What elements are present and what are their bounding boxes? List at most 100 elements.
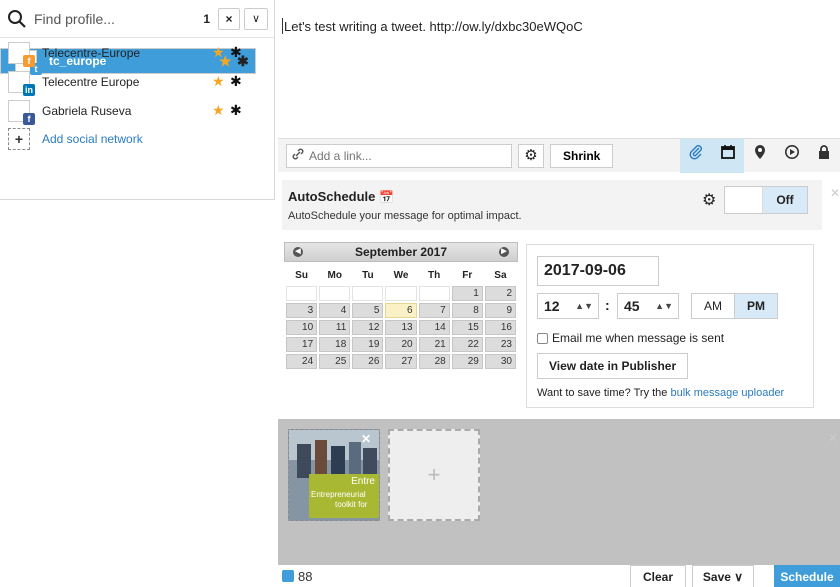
calendar-day-5[interactable]: 5 xyxy=(352,303,384,318)
calendar-day-27[interactable]: 27 xyxy=(385,354,417,369)
am-pm-toggle: AM PM xyxy=(691,293,778,319)
calendar-day-29[interactable]: 29 xyxy=(451,354,483,369)
star-icon[interactable]: ★ xyxy=(212,44,228,61)
calendar-day-10[interactable]: 10 xyxy=(286,320,318,335)
add-social-network[interactable]: + Add social network xyxy=(0,125,274,153)
pin-icon[interactable]: ✱ xyxy=(230,44,248,61)
character-count: 88 xyxy=(298,569,313,584)
autoschedule-title: AutoSchedule xyxy=(288,189,376,204)
autoschedule-title-row: AutoSchedule 📅 xyxy=(288,189,394,204)
calendar-day-3[interactable]: 3 xyxy=(286,303,318,318)
hour-select[interactable]: 12 ▲▼ xyxy=(537,293,599,319)
add-link-input[interactable] xyxy=(309,148,499,163)
calendar-day-24[interactable]: 24 xyxy=(286,354,318,369)
calendar-day-26[interactable]: 26 xyxy=(352,354,384,369)
calendar-day-19[interactable]: 19 xyxy=(352,337,384,352)
composer-footer: 88 Clear Save ∨ Schedule xyxy=(278,565,840,587)
message-textarea[interactable]: Let's test writing a tweet. http://ow.ly… xyxy=(278,0,840,138)
profile-search-input[interactable] xyxy=(34,10,184,27)
pin-icon[interactable]: ✱ xyxy=(230,73,248,90)
add-social-network-link[interactable]: Add social network xyxy=(42,132,143,146)
calendar-day-21[interactable]: 21 xyxy=(418,337,450,352)
attached-image-thumbnail[interactable]: Entre Entrepreneurial toolkit for ✕ xyxy=(288,429,380,521)
calendar-day-15[interactable]: 15 xyxy=(451,320,483,335)
calendar-day-11[interactable]: 11 xyxy=(319,320,351,335)
media-attachment-area: Entre Entrepreneurial toolkit for ✕ + ✕ xyxy=(278,419,840,565)
link-toolbar: ⚙ Shrink xyxy=(278,138,840,173)
calendar-day-28[interactable]: 28 xyxy=(418,354,450,369)
calendar-day-30[interactable]: 30 xyxy=(484,354,516,369)
calendar-day-16[interactable]: 16 xyxy=(484,320,516,335)
save-button[interactable]: Save ∨ xyxy=(692,565,754,587)
pin-icon[interactable]: ✱ xyxy=(230,102,248,119)
remove-image-icon[interactable]: ✕ xyxy=(361,432,371,446)
lock-icon[interactable] xyxy=(808,139,840,173)
stepper-arrows-icon: ▲▼ xyxy=(575,301,593,311)
next-month-icon[interactable]: ▶ xyxy=(499,247,509,257)
prev-month-icon[interactable]: ◀ xyxy=(293,247,303,257)
pm-button[interactable]: PM xyxy=(735,293,778,319)
calendar-day-7[interactable]: 7 xyxy=(418,303,450,318)
profile-row-gabriela-ruseva[interactable]: f Gabriela Ruseva ★ ✱ xyxy=(0,96,274,125)
targeting-icon[interactable] xyxy=(776,139,808,173)
calendar-day-25[interactable]: 25 xyxy=(319,354,351,369)
calendar-day-13[interactable]: 13 xyxy=(385,320,417,335)
autoschedule-toggle[interactable]: Off xyxy=(724,186,808,214)
email-notify-row[interactable]: Email me when message is sent xyxy=(537,331,724,345)
weekday-label: Th xyxy=(428,269,441,281)
add-link-field[interactable] xyxy=(286,143,512,168)
link-settings-gear-icon[interactable]: ⚙ xyxy=(518,143,544,168)
calendar-day-1[interactable]: 1 xyxy=(451,286,483,301)
autoschedule-description: AutoSchedule your message for optimal im… xyxy=(288,210,522,222)
calendar-icon[interactable] xyxy=(712,139,744,173)
star-icon[interactable]: ★ xyxy=(212,102,228,119)
am-button[interactable]: AM xyxy=(691,293,735,319)
shrink-button[interactable]: Shrink xyxy=(550,143,614,168)
calendar-day-20[interactable]: 20 xyxy=(385,337,417,352)
calendar-day-23[interactable]: 23 xyxy=(484,337,516,352)
profile-name: Gabriela Ruseva xyxy=(42,103,132,118)
clear-selection-button[interactable]: × xyxy=(218,7,240,30)
calendar-day-12[interactable]: 12 xyxy=(352,320,384,335)
clear-button[interactable]: Clear xyxy=(630,565,686,587)
autoschedule-gear-icon[interactable]: ⚙ xyxy=(702,190,716,210)
add-media-button[interactable]: + xyxy=(388,429,480,521)
close-media-icon[interactable]: ✕ xyxy=(828,431,838,445)
date-input[interactable]: 2017-09-06 xyxy=(537,256,659,286)
profile-row-telecentre-europe-fb[interactable]: f Telecentre-Europe ★ ✱ xyxy=(0,38,274,67)
profile-row-telecentre-europe-li[interactable]: in Telecentre Europe ★ ✱ xyxy=(0,67,274,96)
autoschedule-bar: AutoSchedule 📅 AutoSchedule your message … xyxy=(282,180,822,230)
close-autoschedule-icon[interactable]: ✕ xyxy=(830,186,840,200)
calendar-empty-cell xyxy=(319,286,351,301)
calendar-day-18[interactable]: 18 xyxy=(319,337,351,352)
calendar-week-row: 12 xyxy=(286,286,516,301)
schedule-button[interactable]: Schedule xyxy=(774,565,840,587)
calendar-day-17[interactable]: 17 xyxy=(286,337,318,352)
email-notify-checkbox[interactable] xyxy=(537,332,548,344)
calendar-empty-cell xyxy=(286,286,318,301)
calendar-day-14[interactable]: 14 xyxy=(418,320,450,335)
calendar-week-row: 10 11 12 13 14 15 16 xyxy=(286,320,516,335)
calendar-week-row: 24 25 26 27 28 29 30 xyxy=(286,354,516,369)
profile-name: Telecentre Europe xyxy=(42,74,140,89)
profile-picker: 1 × ∨ t tc_europe ★ ✱ f Telecentre-Europ… xyxy=(0,0,275,200)
minute-select[interactable]: 45 ▲▼ xyxy=(617,293,679,319)
linkedin-icon: in xyxy=(23,83,35,96)
attachment-icon[interactable] xyxy=(680,139,712,173)
bulk-upload-link[interactable]: bulk message uploader xyxy=(670,387,784,399)
weekday-label: Sa xyxy=(494,269,507,281)
calendar-day-4[interactable]: 4 xyxy=(319,303,351,318)
profile-dropdown-button[interactable]: ∨ xyxy=(244,7,268,30)
star-icon[interactable]: ★ xyxy=(212,73,228,90)
weekday-label: Fr xyxy=(462,269,473,281)
avatar: in xyxy=(8,70,35,96)
location-pin-icon[interactable] xyxy=(744,139,776,173)
date-picker-calendar: ◀ September 2017 ▶ Su Mo Tu We Th Fr Sa … xyxy=(284,242,518,398)
thumbnail-caption-line: Entrepreneurial xyxy=(311,490,366,499)
calendar-day-2[interactable]: 2 xyxy=(484,286,516,301)
calendar-day-9[interactable]: 9 xyxy=(484,303,516,318)
calendar-day-22[interactable]: 22 xyxy=(451,337,483,352)
calendar-day-8[interactable]: 8 xyxy=(451,303,483,318)
calendar-day-6[interactable]: 6 xyxy=(385,303,417,318)
view-date-in-publisher-button[interactable]: View date in Publisher xyxy=(537,353,689,379)
